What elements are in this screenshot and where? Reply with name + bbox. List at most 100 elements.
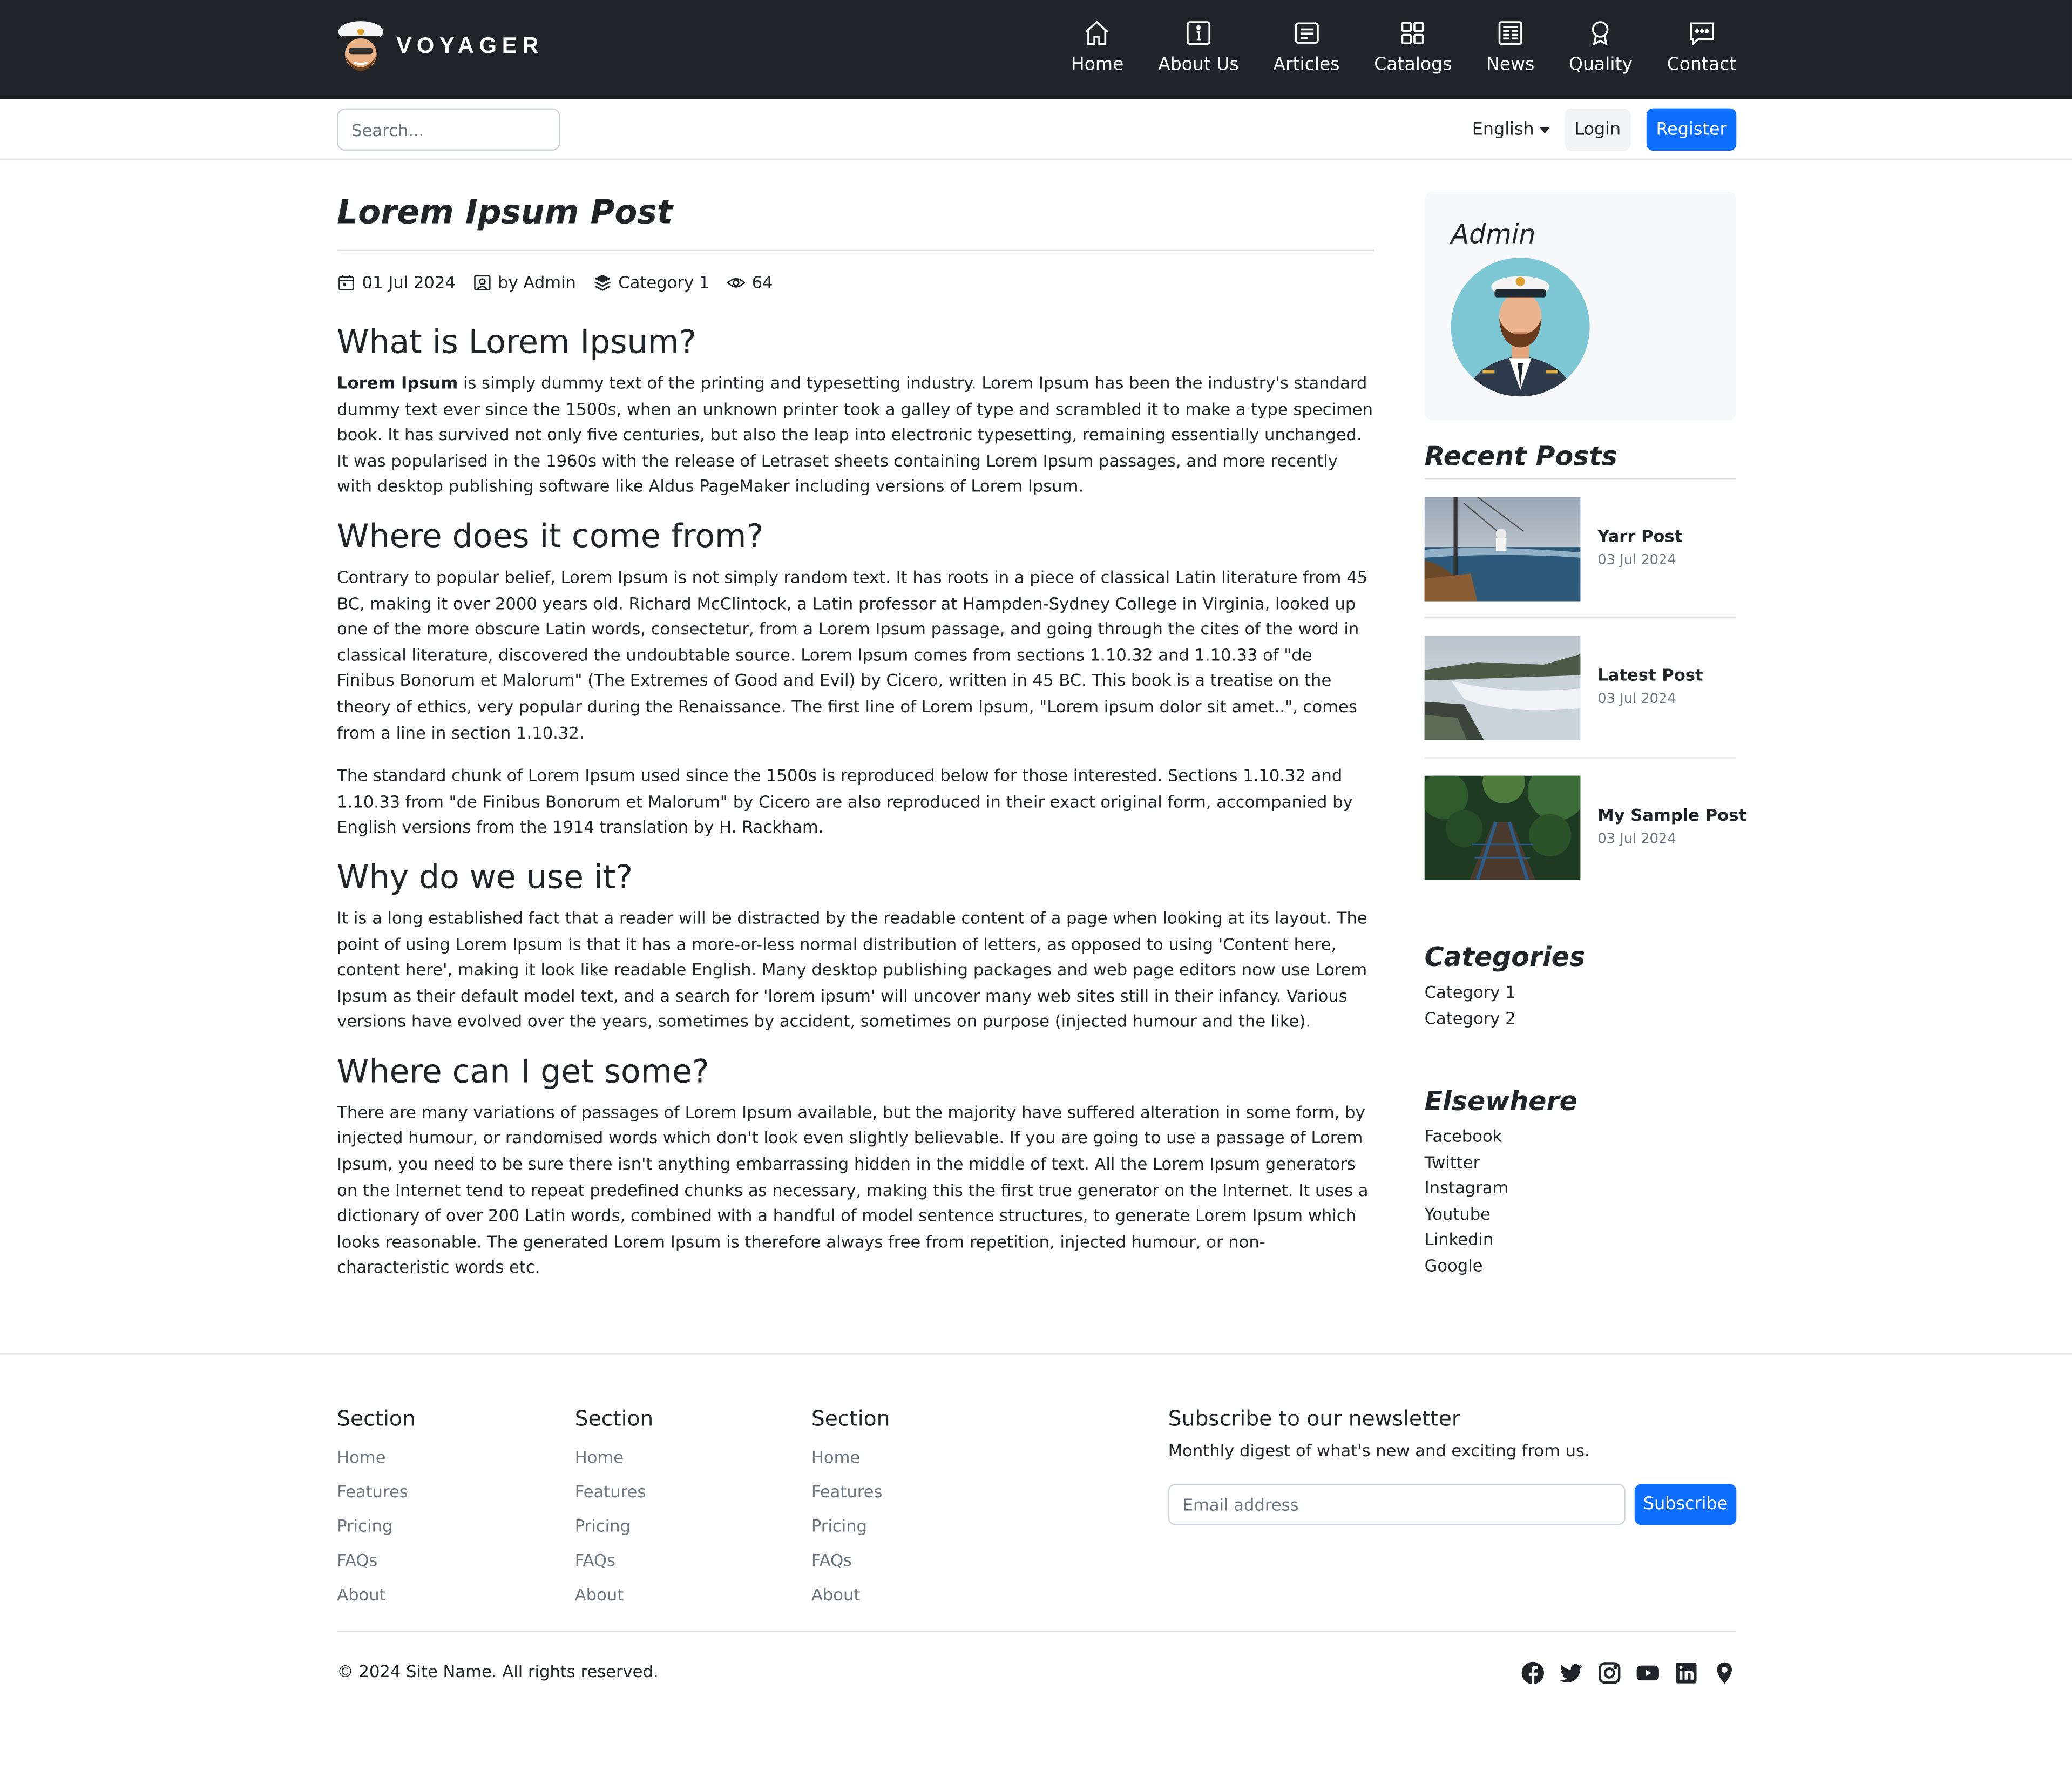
nav-contact[interactable]: Contact (1667, 18, 1736, 76)
footer-link[interactable]: FAQs (337, 1544, 416, 1578)
elsewhere-link[interactable]: Facebook (1425, 1123, 1509, 1149)
sub-toolbar: English Login Register (0, 99, 2072, 160)
footer-link[interactable]: About (337, 1578, 416, 1612)
post-category[interactable]: Category 1 (593, 272, 709, 292)
copyright-text: © 2024 Site Name. All rights reserved. (337, 1661, 659, 1681)
footer-column-heading: Section (811, 1406, 890, 1431)
author-card: Admin (1424, 191, 1737, 421)
footer-link[interactable]: Pricing (811, 1509, 890, 1544)
footer-link[interactable]: Features (811, 1475, 890, 1509)
youtube-icon[interactable] (1636, 1661, 1660, 1685)
subscribe-button[interactable]: Subscribe (1634, 1484, 1737, 1525)
elsewhere-link[interactable]: Linkedin (1425, 1227, 1509, 1253)
instagram-icon[interactable] (1597, 1661, 1621, 1685)
post-views-text: 64 (751, 272, 773, 292)
recent-post-item[interactable]: My Sample Post 03 Jul 2024 (1424, 775, 1746, 882)
footer-link[interactable]: About (811, 1578, 890, 1612)
forest-bridge-thumbnail (1424, 775, 1581, 880)
article-section: Why do we use it? It is a long establish… (337, 857, 1374, 1035)
post-date-text: 01 Jul 2024 (362, 272, 456, 292)
eye-icon (727, 277, 746, 287)
footer-link[interactable]: FAQs (575, 1544, 654, 1578)
elsewhere-list: Facebook Twitter Instagram Youtube Linke… (1425, 1123, 1509, 1279)
email-field[interactable] (1168, 1484, 1626, 1525)
post-meta: 01 Jul 2024 by Admin Category 1 64 (337, 272, 790, 292)
post-category-text: Category 1 (618, 272, 710, 292)
location-pin-icon[interactable] (1712, 1661, 1736, 1685)
post-author-text: by Admin (498, 272, 576, 292)
brand-link[interactable]: VOYAGER (336, 18, 544, 74)
search-input[interactable] (337, 108, 560, 151)
post-title: Lorem Ipsum Post (337, 193, 673, 232)
section-paragraph: Contrary to popular belief, Lorem Ipsum … (337, 566, 1368, 742)
footer-divider (337, 1631, 1737, 1632)
brand-name: VOYAGER (396, 33, 544, 58)
elsewhere-link[interactable]: Instagram (1425, 1175, 1509, 1201)
section-heading: Why do we use it? (337, 857, 633, 896)
facebook-icon[interactable] (1521, 1661, 1545, 1685)
divider (1424, 757, 1737, 759)
recent-post-title: Latest Post (1597, 665, 1703, 685)
article-section: What is Lorem Ipsum? Lorem Ipsum is simp… (337, 322, 1374, 499)
recent-post-item[interactable]: Yarr Post 03 Jul 2024 (1424, 497, 1737, 603)
lead-term: Lorem Ipsum (337, 373, 458, 393)
language-dropdown[interactable]: English (1472, 120, 1550, 140)
footer-link[interactable]: Home (811, 1441, 890, 1475)
elsewhere-link[interactable]: Youtube (1425, 1201, 1509, 1227)
footer-link[interactable]: Features (337, 1475, 416, 1509)
nav-quality[interactable]: Quality (1568, 18, 1633, 76)
calendar-icon (338, 274, 354, 290)
footer-link[interactable]: Features (575, 1475, 654, 1509)
recent-posts-heading: Recent Posts (1424, 440, 1617, 472)
newsletter-form: Subscribe to our newsletter Monthly dige… (1168, 1406, 1737, 1525)
post-views: 64 (727, 272, 773, 292)
article-section: Where can I get some? There are many var… (337, 1052, 1374, 1281)
newsletter-heading: Subscribe to our newsletter (1168, 1406, 1460, 1431)
linkedin-icon[interactable] (1674, 1661, 1698, 1685)
article-section: Where does it come from? Contrary to pop… (337, 517, 1374, 840)
nav-about-us[interactable]: About Us (1158, 18, 1239, 76)
top-navbar: VOYAGER Home About Us Articles Catalogs … (0, 0, 2072, 99)
nav-label: Quality (1568, 54, 1633, 76)
category-link[interactable]: Category 1 (1425, 979, 1516, 1005)
article-body: What is Lorem Ipsum? Lorem Ipsum is simp… (337, 322, 1374, 1298)
elsewhere-heading: Elsewhere (1424, 1085, 1577, 1117)
section-heading: Where can I get some? (337, 1051, 709, 1090)
footer-column-heading: Section (574, 1406, 654, 1431)
main-nav: Home About Us Articles Catalogs News Qua… (1037, 18, 1736, 76)
footer-link[interactable]: About (575, 1578, 654, 1612)
layers-icon (594, 274, 611, 290)
recent-post-date: 03 Jul 2024 (1597, 831, 1676, 847)
footer-link[interactable]: Pricing (337, 1509, 416, 1544)
footer-link[interactable]: FAQs (811, 1544, 890, 1578)
elsewhere-link[interactable]: Google (1425, 1253, 1509, 1279)
footer-link[interactable]: Home (575, 1441, 654, 1475)
language-label: English (1472, 120, 1534, 140)
author-name: Admin (1451, 218, 1536, 250)
article-icon (1294, 22, 1318, 44)
nav-label: Catalogs (1374, 54, 1452, 76)
twitter-icon[interactable] (1559, 1661, 1583, 1685)
nav-articles[interactable]: Articles (1273, 18, 1340, 76)
waterfall-thumbnail (1424, 636, 1581, 740)
nav-catalogs[interactable]: Catalogs (1374, 18, 1452, 76)
person-badge-icon (473, 274, 491, 290)
footer-link[interactable]: Pricing (575, 1509, 654, 1544)
login-button[interactable]: Login (1565, 108, 1631, 151)
nav-home[interactable]: Home (1071, 18, 1123, 76)
section-paragraph: Lorem Ipsum is simply dummy text of the … (337, 373, 1373, 496)
recent-post-item[interactable]: Latest Post 03 Jul 2024 (1424, 636, 1737, 741)
footer-link[interactable]: Home (337, 1441, 416, 1475)
grid-icon (1401, 22, 1425, 45)
section-paragraph: It is a long established fact that a rea… (337, 908, 1367, 1031)
newsletter-text: Monthly digest of what's new and excitin… (1168, 1440, 1590, 1461)
register-button[interactable]: Register (1646, 108, 1737, 151)
social-links (1506, 1661, 1736, 1685)
recent-post-date: 03 Jul 2024 (1597, 691, 1676, 707)
category-link[interactable]: Category 2 (1425, 1005, 1516, 1031)
caret-down-icon (1539, 126, 1550, 134)
nav-news[interactable]: News (1486, 18, 1534, 76)
categories-heading: Categories (1424, 941, 1586, 973)
elsewhere-link[interactable]: Twitter (1425, 1149, 1509, 1175)
post-author[interactable]: by Admin (473, 272, 576, 292)
